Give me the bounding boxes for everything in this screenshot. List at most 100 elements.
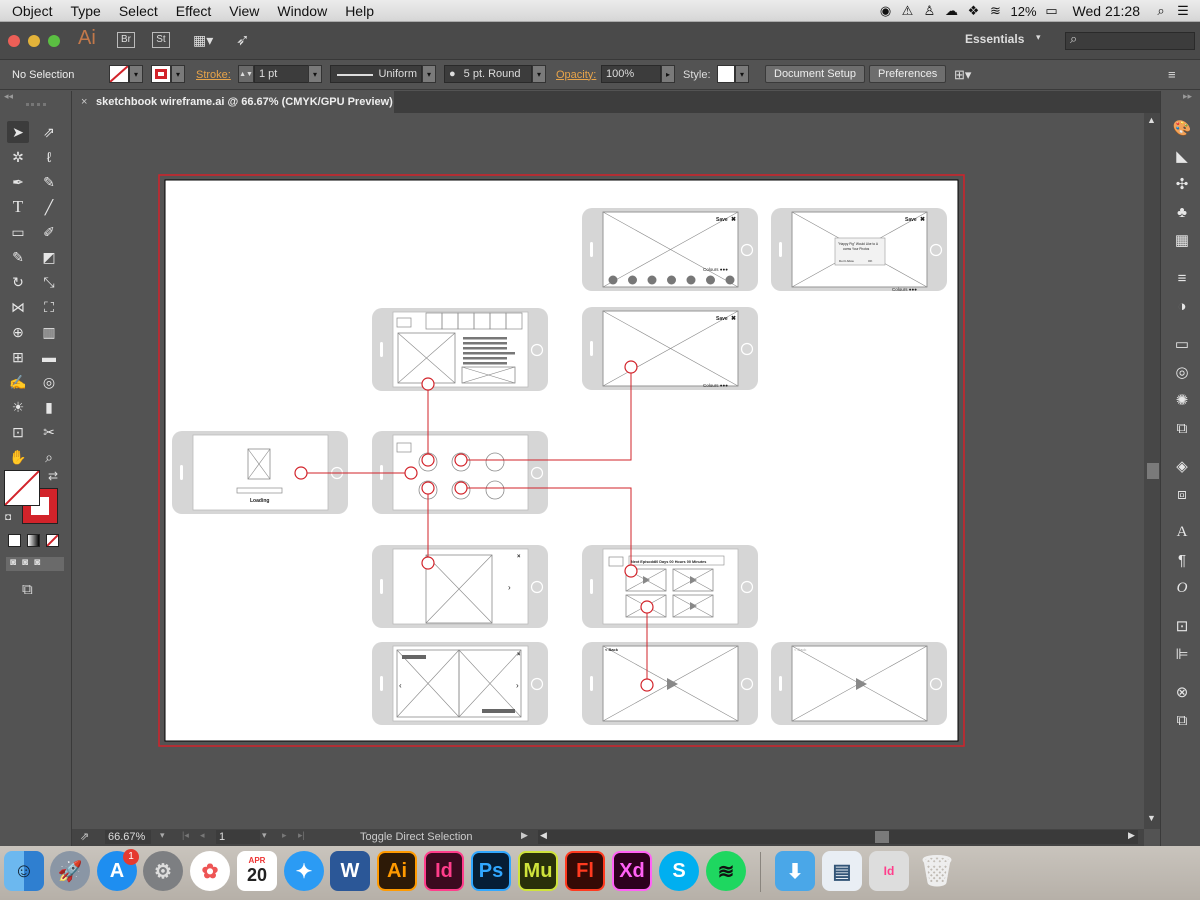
swatches-panel-icon[interactable]: ▦ bbox=[1171, 229, 1193, 251]
brush-definition[interactable]: ● 5 pt. Round bbox=[444, 65, 532, 83]
hand-tool-icon[interactable]: ✋ bbox=[7, 446, 29, 468]
symbol-sprayer-tool-icon[interactable]: ☀ bbox=[7, 396, 29, 418]
opacity-dropdown-icon[interactable]: ▸ bbox=[661, 65, 675, 83]
column-graph-tool-icon[interactable]: ▮ bbox=[38, 396, 60, 418]
artboard-canvas[interactable]: Save ✖Colours ●●●"Happy Pig" Would Like t… bbox=[72, 113, 1144, 829]
rotate-tool-icon[interactable]: ↻ bbox=[7, 271, 29, 293]
battery-icon[interactable]: ▭ bbox=[1041, 0, 1063, 22]
transparency-panel-icon[interactable]: ◑ bbox=[1171, 295, 1193, 317]
photos-icon[interactable]: ✿ bbox=[190, 851, 230, 891]
stock-button[interactable]: St bbox=[152, 32, 170, 48]
menu-select[interactable]: Select bbox=[110, 3, 167, 19]
system-preferences-icon[interactable]: ⚙ bbox=[143, 851, 183, 891]
character-panel-icon[interactable]: A bbox=[1171, 521, 1193, 543]
profile-dropdown-icon[interactable]: ▾ bbox=[422, 65, 436, 83]
stroke-weight-stepper[interactable]: ▲▼ bbox=[238, 65, 254, 83]
variable-width-profile[interactable]: Uniform bbox=[330, 65, 422, 83]
bridge-button[interactable]: Br bbox=[117, 32, 135, 48]
close-tab-icon[interactable]: × bbox=[81, 91, 87, 113]
appearance-panel-icon[interactable]: ◎ bbox=[1171, 361, 1193, 383]
horizontal-scrollbar[interactable]: ◀ ▶ bbox=[538, 830, 1138, 844]
default-fill-stroke-icon[interactable]: ◘ bbox=[5, 512, 11, 523]
share-icon[interactable]: ⇗ bbox=[80, 830, 89, 843]
symbols-panel-icon[interactable]: ♣ bbox=[1171, 201, 1193, 223]
align-panel-icon[interactable]: ⊫ bbox=[1171, 643, 1193, 665]
none-mode-icon[interactable] bbox=[46, 534, 59, 547]
artboard-number-field[interactable]: 1 bbox=[216, 830, 260, 844]
layers-panel-icon[interactable]: ◈ bbox=[1171, 455, 1193, 477]
vertical-scrollbar[interactable]: ▲ ▼ bbox=[1144, 113, 1160, 829]
arrange-icon[interactable]: ⊞▾ bbox=[954, 65, 971, 84]
arrange-documents-icon[interactable]: ▦▾ bbox=[193, 32, 221, 48]
color-mode-icon[interactable] bbox=[8, 534, 21, 547]
shaper-tool-icon[interactable]: ✎ bbox=[7, 246, 29, 268]
illustrator-icon[interactable]: Ai bbox=[377, 851, 417, 891]
close-window-button[interactable] bbox=[8, 35, 20, 47]
workspace-switcher[interactable]: Essentials bbox=[965, 32, 1024, 46]
selection-tool-icon[interactable]: ➤ bbox=[7, 121, 29, 143]
direct-selection-tool-icon[interactable]: ⇗ bbox=[38, 121, 60, 143]
shape-builder-tool-icon[interactable]: ⊕ bbox=[7, 321, 29, 343]
graphic-style-swatch[interactable] bbox=[717, 65, 735, 83]
width-tool-icon[interactable]: ⋈ bbox=[7, 296, 29, 318]
opacity-field[interactable]: 100% bbox=[601, 65, 661, 83]
gradient-tool-icon[interactable]: ▬ bbox=[38, 346, 60, 368]
launchpad-icon[interactable]: 🚀 bbox=[50, 851, 90, 891]
artboard-dropdown-icon[interactable]: ▾ bbox=[262, 830, 267, 841]
fill-dropdown-icon[interactable]: ▾ bbox=[129, 65, 143, 83]
next-artboard-icon[interactable]: ▸ bbox=[282, 830, 287, 841]
downloads-folder-icon[interactable]: ⬇ bbox=[775, 851, 815, 891]
color-guide-icon[interactable]: ◣ bbox=[1171, 145, 1193, 167]
wifi-icon[interactable]: ≋ bbox=[985, 0, 1007, 22]
xd-icon[interactable]: Xd bbox=[612, 851, 652, 891]
style-dropdown-icon[interactable]: ▾ bbox=[735, 65, 749, 83]
opentype-panel-icon[interactable]: O bbox=[1171, 577, 1193, 599]
calendar-icon[interactable]: APR 20 bbox=[237, 851, 277, 891]
vertical-scroll-thumb[interactable] bbox=[1147, 463, 1159, 479]
brushes-panel-icon[interactable]: ✣ bbox=[1171, 173, 1193, 195]
swap-fill-stroke-icon[interactable]: ⇄ bbox=[48, 469, 58, 483]
word-icon[interactable]: W bbox=[330, 851, 370, 891]
zoom-window-button[interactable] bbox=[48, 35, 60, 47]
flash-icon[interactable]: Fl bbox=[565, 851, 605, 891]
indesign-icon[interactable]: Id bbox=[424, 851, 464, 891]
workspace-chevron-icon[interactable]: ▾ bbox=[1036, 32, 1041, 43]
pen-tool-icon[interactable]: ✒ bbox=[7, 171, 29, 193]
document-setup-button[interactable]: Document Setup bbox=[765, 65, 865, 83]
panel-grip[interactable] bbox=[26, 103, 46, 106]
eyedropper-tool-icon[interactable]: ✍ bbox=[7, 371, 29, 393]
stroke-swatch[interactable] bbox=[151, 65, 171, 83]
minimize-window-button[interactable] bbox=[28, 35, 40, 47]
mesh-tool-icon[interactable]: ⊞ bbox=[7, 346, 29, 368]
menu-help[interactable]: Help bbox=[336, 3, 383, 19]
zoom-tool-icon[interactable]: ⌕ bbox=[38, 446, 60, 468]
gradient-mode-icon[interactable] bbox=[27, 534, 40, 547]
transform-panel-icon[interactable]: ⊡ bbox=[1171, 615, 1193, 637]
finder-icon[interactable]: ☺ bbox=[4, 851, 44, 891]
stroke-panel-icon[interactable]: ≡ bbox=[1171, 267, 1193, 289]
brush-dropdown-icon[interactable]: ▾ bbox=[532, 65, 546, 83]
magic-wand-tool-icon[interactable]: ✲ bbox=[7, 146, 29, 168]
search-input[interactable] bbox=[1065, 32, 1195, 50]
gradient-panel-icon[interactable]: ▭ bbox=[1171, 333, 1193, 355]
menu-view[interactable]: View bbox=[220, 3, 268, 19]
eraser-tool-icon[interactable]: ◩ bbox=[38, 246, 60, 268]
photoshop-icon[interactable]: Ps bbox=[471, 851, 511, 891]
trash-icon[interactable]: 🗑 bbox=[917, 851, 957, 891]
slice-tool-icon[interactable]: ✂ bbox=[38, 421, 60, 443]
spotify-icon[interactable]: ≋ bbox=[706, 851, 746, 891]
first-artboard-icon[interactable]: |◂ bbox=[182, 830, 189, 841]
user-icon[interactable]: ♙ bbox=[919, 0, 941, 22]
paintbrush-tool-icon[interactable]: ✐ bbox=[38, 221, 60, 243]
zoom-level-field[interactable]: 66.67% bbox=[105, 830, 151, 844]
fill-swatch[interactable] bbox=[109, 65, 129, 83]
curvature-tool-icon[interactable]: ✎ bbox=[38, 171, 60, 193]
preferences-button[interactable]: Preferences bbox=[869, 65, 947, 83]
safari-icon[interactable]: ✦ bbox=[284, 851, 324, 891]
perspective-grid-tool-icon[interactable]: ▥ bbox=[38, 321, 60, 343]
notification-center-icon[interactable]: ☰ bbox=[1172, 0, 1194, 22]
document-tab[interactable]: × sketchbook wireframe.ai @ 66.67% (CMYK… bbox=[72, 91, 394, 113]
panel-menu-icon[interactable]: ≡ bbox=[1168, 65, 1176, 84]
last-artboard-icon[interactable]: ▸| bbox=[298, 830, 305, 841]
stroke-weight-field[interactable]: 1 pt bbox=[254, 65, 310, 83]
